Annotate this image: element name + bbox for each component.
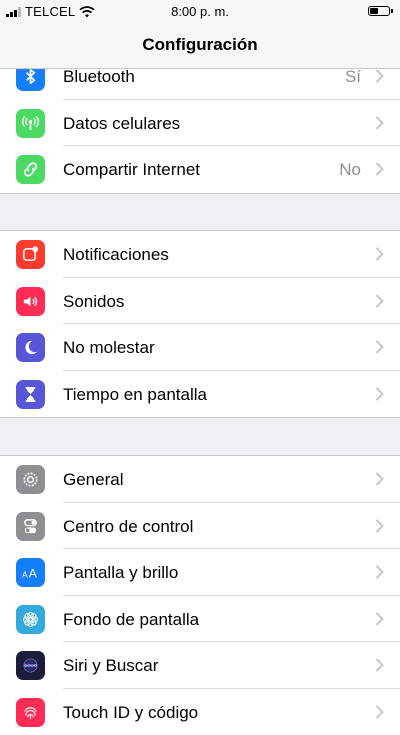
chevron-right-icon	[375, 294, 384, 308]
settings-row-label: Notificaciones	[63, 245, 169, 265]
settings-row-pantalla-y-brillo[interactable]: AA Pantalla y brillo	[0, 549, 400, 596]
page-title: Configuración	[0, 35, 400, 55]
chevron-right-icon	[375, 69, 384, 83]
chevron-right-icon	[375, 162, 384, 176]
speaker-icon	[16, 287, 45, 316]
svg-text:A: A	[29, 566, 38, 580]
fingerprint-icon	[16, 698, 45, 727]
moon-icon	[16, 333, 45, 362]
settings-row-no-molestar[interactable]: No molestar	[0, 324, 400, 371]
settings-row-sonidos[interactable]: Sonidos	[0, 278, 400, 325]
settings-row-label: Pantalla y brillo	[63, 563, 178, 583]
settings-row-centro-de-control[interactable]: Centro de control	[0, 503, 400, 550]
settings-row-label: Siri y Buscar	[63, 656, 158, 676]
settings-row-label: Sonidos	[63, 292, 124, 312]
settings-row-value: No	[339, 160, 361, 180]
battery-icon	[368, 6, 390, 16]
toggles-icon	[16, 512, 45, 541]
chevron-right-icon	[375, 472, 384, 486]
svg-text:A: A	[22, 569, 28, 579]
chevron-right-icon	[375, 519, 384, 533]
chevron-right-icon	[375, 565, 384, 579]
chevron-right-icon	[375, 340, 384, 354]
gear-icon	[16, 465, 45, 494]
notifications-icon	[16, 240, 45, 269]
settings-group-notifications: Notificaciones Sonidos No molestar Tiemp…	[0, 230, 400, 418]
antenna-icon	[16, 109, 45, 138]
settings-group-connectivity: Bluetooth Sí Datos celulares Compartir I…	[0, 52, 400, 194]
settings-row-fondo-de-pantalla[interactable]: Fondo de pantalla	[0, 596, 400, 643]
settings-row-label: Fondo de pantalla	[63, 610, 199, 630]
hourglass-icon	[16, 380, 45, 409]
status-bar: TELCEL 8:00 p. m.	[0, 0, 400, 22]
chevron-right-icon	[375, 247, 384, 261]
settings-row-datos-celulares[interactable]: Datos celulares	[0, 100, 400, 147]
settings-row-compartir-internet[interactable]: Compartir Internet No	[0, 146, 400, 193]
hotspot-icon	[16, 155, 45, 184]
chevron-right-icon	[375, 387, 384, 401]
settings-row-label: No molestar	[63, 338, 155, 358]
settings-row-tiempo-en-pantalla[interactable]: Tiempo en pantalla	[0, 371, 400, 418]
settings-row-general[interactable]: General	[0, 456, 400, 503]
settings-row-label: Bluetooth	[63, 67, 135, 87]
chevron-right-icon	[375, 705, 384, 719]
chevron-right-icon	[375, 612, 384, 626]
text-size-icon: AA	[16, 558, 45, 587]
settings-group-general: General Centro de control AA Pantalla y …	[0, 455, 400, 735]
settings-row-label: Centro de control	[63, 517, 193, 537]
siri-icon	[16, 651, 45, 680]
settings-row-label: General	[63, 470, 123, 490]
settings-row-touch-id[interactable]: Touch ID y código	[0, 689, 400, 735]
chevron-right-icon	[375, 116, 384, 130]
flower-icon	[16, 605, 45, 634]
navigation-bar: Configuración	[0, 22, 400, 69]
settings-row-label: Tiempo en pantalla	[63, 385, 207, 405]
settings-row-label: Compartir Internet	[63, 160, 200, 180]
status-time: 8:00 p. m.	[0, 4, 400, 19]
settings-row-value: Sí	[345, 67, 361, 87]
chevron-right-icon	[375, 658, 384, 672]
settings-row-siri-y-buscar[interactable]: Siri y Buscar	[0, 642, 400, 689]
settings-row-label: Touch ID y código	[63, 703, 198, 723]
settings-row-label: Datos celulares	[63, 114, 180, 134]
settings-row-notificaciones[interactable]: Notificaciones	[0, 231, 400, 278]
